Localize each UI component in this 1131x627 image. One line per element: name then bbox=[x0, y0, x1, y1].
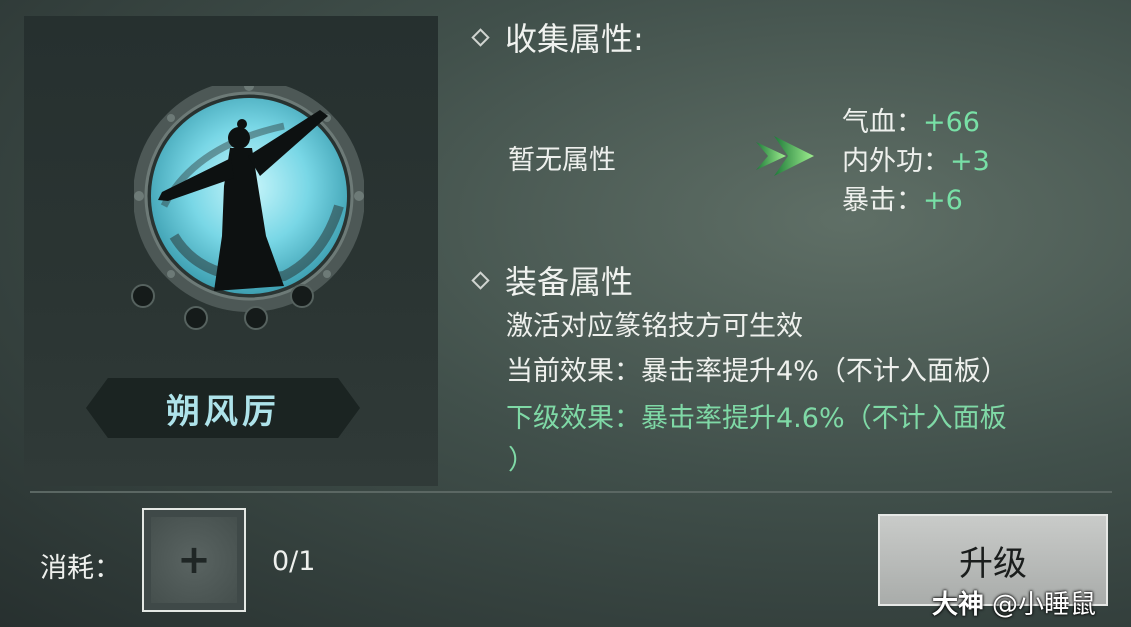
bonus-hp: 气血：+66 bbox=[842, 107, 980, 138]
card-panel: 朔风厉 bbox=[24, 16, 438, 486]
divider bbox=[30, 491, 1112, 493]
card-name: 朔风厉 bbox=[166, 391, 280, 432]
equip-hint: 激活对应篆铭技方可生效 bbox=[506, 311, 803, 342]
cost-item-slot[interactable]: + bbox=[142, 508, 246, 612]
bonus-crit: 暴击：+6 bbox=[842, 185, 963, 216]
diamond-bullet-icon bbox=[471, 270, 490, 290]
next-effect-continued: ） bbox=[508, 445, 535, 476]
gem-socket-row bbox=[131, 284, 314, 330]
bonus-attack: 内外功：+3 bbox=[842, 146, 990, 177]
collect-attributes-heading: 收集属性: bbox=[471, 14, 644, 60]
green-arrow-icon bbox=[756, 136, 814, 176]
diamond-bullet-icon bbox=[471, 27, 490, 47]
current-effect: 当前效果：暴击率提升4%（不计入面板） bbox=[506, 356, 1008, 387]
no-attribute-text: 暂无属性 bbox=[508, 145, 616, 176]
watermark: 大神 @小睡鼠 bbox=[932, 590, 1097, 620]
add-item-icon: + bbox=[151, 517, 237, 603]
cost-count: 0/1 bbox=[272, 546, 316, 577]
equip-attributes-heading: 装备属性 bbox=[471, 257, 633, 303]
next-effect: 下级效果：暴击率提升4.6%（不计入面板 bbox=[506, 403, 1007, 434]
card-name-plate: 朔风厉 bbox=[86, 378, 360, 438]
cost-label: 消耗： bbox=[40, 553, 121, 584]
